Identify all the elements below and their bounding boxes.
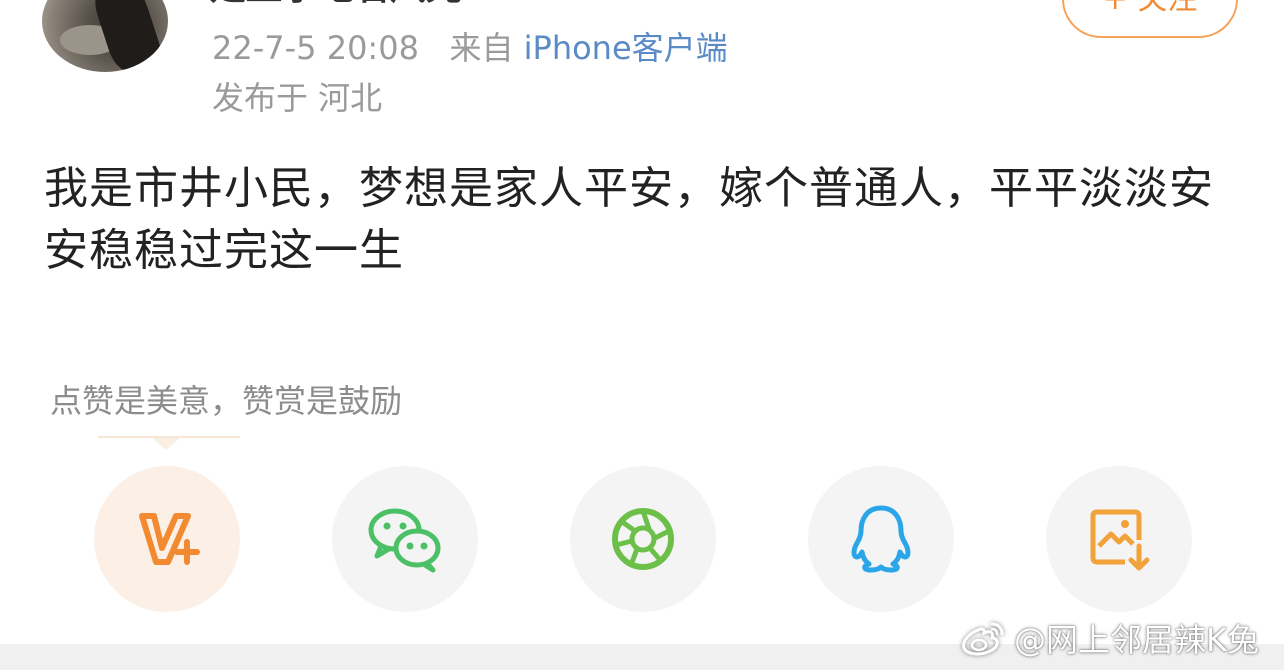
tip-pointer (152, 438, 180, 450)
watermark-text: @网上邻居辣K兔 (1014, 621, 1259, 659)
post-body: 我是市井小民，梦想是家人平安，嫁个普通人，平平淡淡安安稳稳过完这一生 (44, 163, 1214, 276)
post-location: 发布于 河北 (212, 79, 383, 117)
watermark: @网上邻居辣K兔 (960, 614, 1259, 662)
qq-icon (851, 505, 911, 573)
wechat-icon (368, 508, 441, 573)
share-row (0, 466, 1284, 616)
avatar[interactable] (42, 0, 168, 72)
follow-button[interactable]: + 关注 (1062, 0, 1238, 38)
post-meta: 22-7-5 20:08 来自 iPhone客户端 (212, 28, 728, 68)
reward-tip: 点赞是美意，赞赏是鼓励 (50, 382, 403, 420)
share-wechat-button[interactable] (332, 466, 478, 612)
source-prefix: 来自 (449, 29, 514, 67)
save-image-button[interactable] (1046, 466, 1192, 612)
vplus-icon (139, 513, 200, 565)
moments-icon (612, 508, 674, 570)
post-source-link[interactable]: iPhone客户端 (524, 29, 728, 67)
username[interactable]: 是显示地名风光 (210, 0, 462, 10)
save-image-icon (1090, 509, 1150, 571)
post-date: 22-7-5 20:08 (212, 29, 419, 67)
weibo-logo-icon (962, 622, 1004, 656)
vplus-reward-button[interactable] (94, 466, 240, 612)
post-detail-page: 是显示地名风光 + 关注 22-7-5 20:08 来自 iPhone客户端 发… (0, 0, 1284, 670)
share-moments-button[interactable] (570, 466, 716, 612)
share-qq-button[interactable] (808, 466, 954, 612)
